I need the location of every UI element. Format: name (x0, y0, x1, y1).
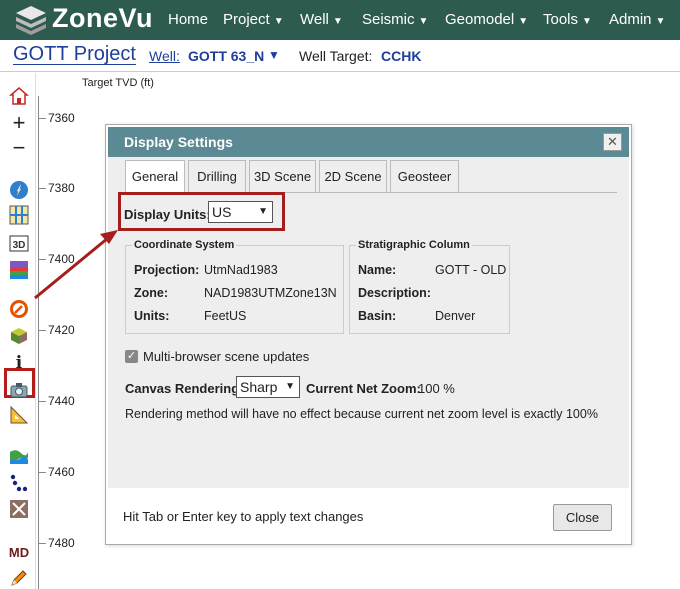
md-icon[interactable]: MD (8, 541, 30, 563)
axis-tick-label: 7420 (48, 323, 75, 337)
group-legend: Coordinate System (132, 239, 237, 251)
nav-well[interactable]: Well ▼ (300, 0, 343, 40)
multi-browser-checkbox[interactable]: ✓ (125, 350, 138, 363)
project-header: GOTT Project Well: GOTT 63_N ▼ Well Targ… (0, 40, 680, 72)
footer-hint: Hit Tab or Enter key to apply text chang… (123, 509, 364, 524)
app-logo-text[interactable]: ZoneVu (52, 3, 153, 34)
nav-admin[interactable]: Admin ▼ (609, 0, 665, 40)
rendering-note: Rendering method will have no effect bec… (125, 407, 598, 421)
compass-icon[interactable] (8, 179, 30, 201)
axis-tick-label: 7360 (48, 111, 75, 125)
axis-tick (38, 543, 46, 544)
well-target-value: CCHK (381, 48, 422, 64)
axis-tick-label: 7460 (48, 465, 75, 479)
well-chevron-down-icon[interactable]: ▼ (268, 48, 280, 62)
axis-tick (38, 330, 46, 331)
tab-drilling[interactable]: Drilling (188, 160, 246, 193)
display-settings-dialog: Display Settings ✕ General Drilling 3D S… (105, 124, 632, 545)
units-value: FeetUS (204, 309, 247, 323)
net-zoom-label: Current Net Zoom: (306, 381, 421, 396)
display-units-highlight (118, 192, 285, 231)
tvd-axis-line (38, 96, 39, 589)
chevron-down-icon: ▼ (285, 381, 295, 392)
ruler-icon[interactable] (8, 404, 30, 426)
nav-geomodel[interactable]: Geomodel ▼ (445, 0, 528, 40)
nav-home[interactable]: Home (168, 0, 208, 40)
multi-browser-label[interactable]: Multi-browser scene updates (143, 349, 309, 364)
tab-geosteer[interactable]: Geosteer (390, 160, 459, 193)
cube-icon[interactable] (8, 325, 30, 347)
axis-tick (38, 188, 46, 189)
chevron-down-icon: ▼ (518, 16, 529, 27)
projection-label: Projection: (134, 263, 200, 277)
canvas-rendering-label: Canvas Rendering: (125, 381, 244, 396)
axis-tick (38, 472, 46, 473)
zone-label: Zone: (134, 286, 169, 300)
3d-icon[interactable]: 3D (8, 232, 30, 254)
fault-icon[interactable] (8, 498, 30, 520)
dialog-title: Display Settings (124, 134, 233, 150)
points-icon[interactable] (8, 472, 30, 494)
nav-tools[interactable]: Tools ▼ (543, 0, 592, 40)
tab-2d-scene[interactable]: 2D Scene (319, 160, 387, 193)
zonevu-logo-icon[interactable] (14, 4, 48, 36)
strat-name-value: GOTT - OLD (435, 263, 507, 277)
chevron-down-icon: ▼ (418, 16, 429, 27)
pencil-icon[interactable] (8, 567, 30, 589)
info-icon[interactable]: i (8, 352, 30, 374)
axis-tick-label: 7380 (48, 181, 75, 195)
left-toolbar: + − 3D i MD (0, 73, 36, 589)
svg-text:3D: 3D (13, 240, 26, 251)
well-label: Well: (149, 48, 180, 64)
top-nav-bar: ZoneVu Home Project ▼ Well ▼ Seismic ▼ Geom… (0, 0, 680, 40)
camera-icon[interactable] (8, 379, 30, 401)
tab-general[interactable]: General (125, 160, 185, 194)
chevron-down-icon: ▼ (332, 16, 343, 27)
project-title[interactable]: GOTT Project (13, 43, 136, 66)
axis-tick-label: 7480 (48, 536, 75, 550)
axis-tick-label: 7440 (48, 394, 75, 408)
nav-seismic[interactable]: Seismic ▼ (362, 0, 428, 40)
well-selector[interactable]: GOTT 63_N (188, 48, 264, 64)
group-legend: Stratigraphic Column (356, 239, 472, 251)
strat-description-label: Description: (358, 286, 431, 300)
chevron-down-icon: ▼ (273, 16, 284, 27)
zoom-in-icon[interactable]: + (8, 110, 30, 135)
projection-value: UtmNad1983 (204, 263, 278, 277)
stratigraphic-column-group: Stratigraphic Column Name: GOTT - OLD De… (349, 239, 510, 334)
axis-tick (38, 259, 46, 260)
section-icon[interactable] (8, 259, 30, 281)
zoom-out-icon[interactable]: − (8, 135, 30, 160)
axis-tick (38, 118, 46, 119)
surface-icon[interactable] (8, 445, 30, 467)
close-icon[interactable]: ✕ (603, 133, 622, 151)
axis-tick (38, 401, 46, 402)
home-icon[interactable] (8, 85, 30, 107)
grid-icon[interactable] (8, 204, 30, 226)
dialog-body: General Drilling 3D Scene 2D Scene Geost… (108, 157, 629, 488)
zone-value: NAD1983UTMZone13N (204, 286, 337, 300)
axis-title: Target TVD (ft) (82, 77, 154, 89)
net-zoom-value: 100 % (418, 381, 455, 396)
chevron-down-icon: ▼ (655, 16, 666, 27)
canvas-rendering-select[interactable]: Sharp ▼ (236, 376, 300, 398)
display-settings-icon[interactable] (8, 298, 30, 320)
dialog-title-bar[interactable]: Display Settings ✕ (108, 127, 629, 157)
well-target-label: Well Target: (299, 48, 373, 64)
axis-tick-label: 7400 (48, 252, 75, 266)
close-button[interactable]: Close (553, 504, 612, 531)
coordinate-system-group: Coordinate System Projection: UtmNad1983… (125, 239, 344, 334)
strat-basin-value: Denver (435, 309, 476, 323)
strat-basin-label: Basin: (358, 309, 397, 323)
chevron-down-icon: ▼ (582, 16, 592, 27)
nav-project[interactable]: Project ▼ (223, 0, 284, 40)
strat-name-label: Name: (358, 263, 397, 277)
units-label: Units: (134, 309, 170, 323)
tab-3d-scene[interactable]: 3D Scene (249, 160, 316, 193)
